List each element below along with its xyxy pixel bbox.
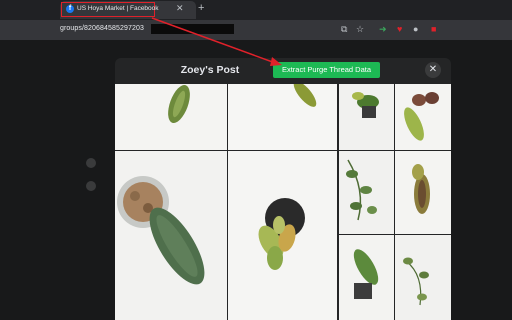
annotation-arrow bbox=[151, 17, 282, 66]
